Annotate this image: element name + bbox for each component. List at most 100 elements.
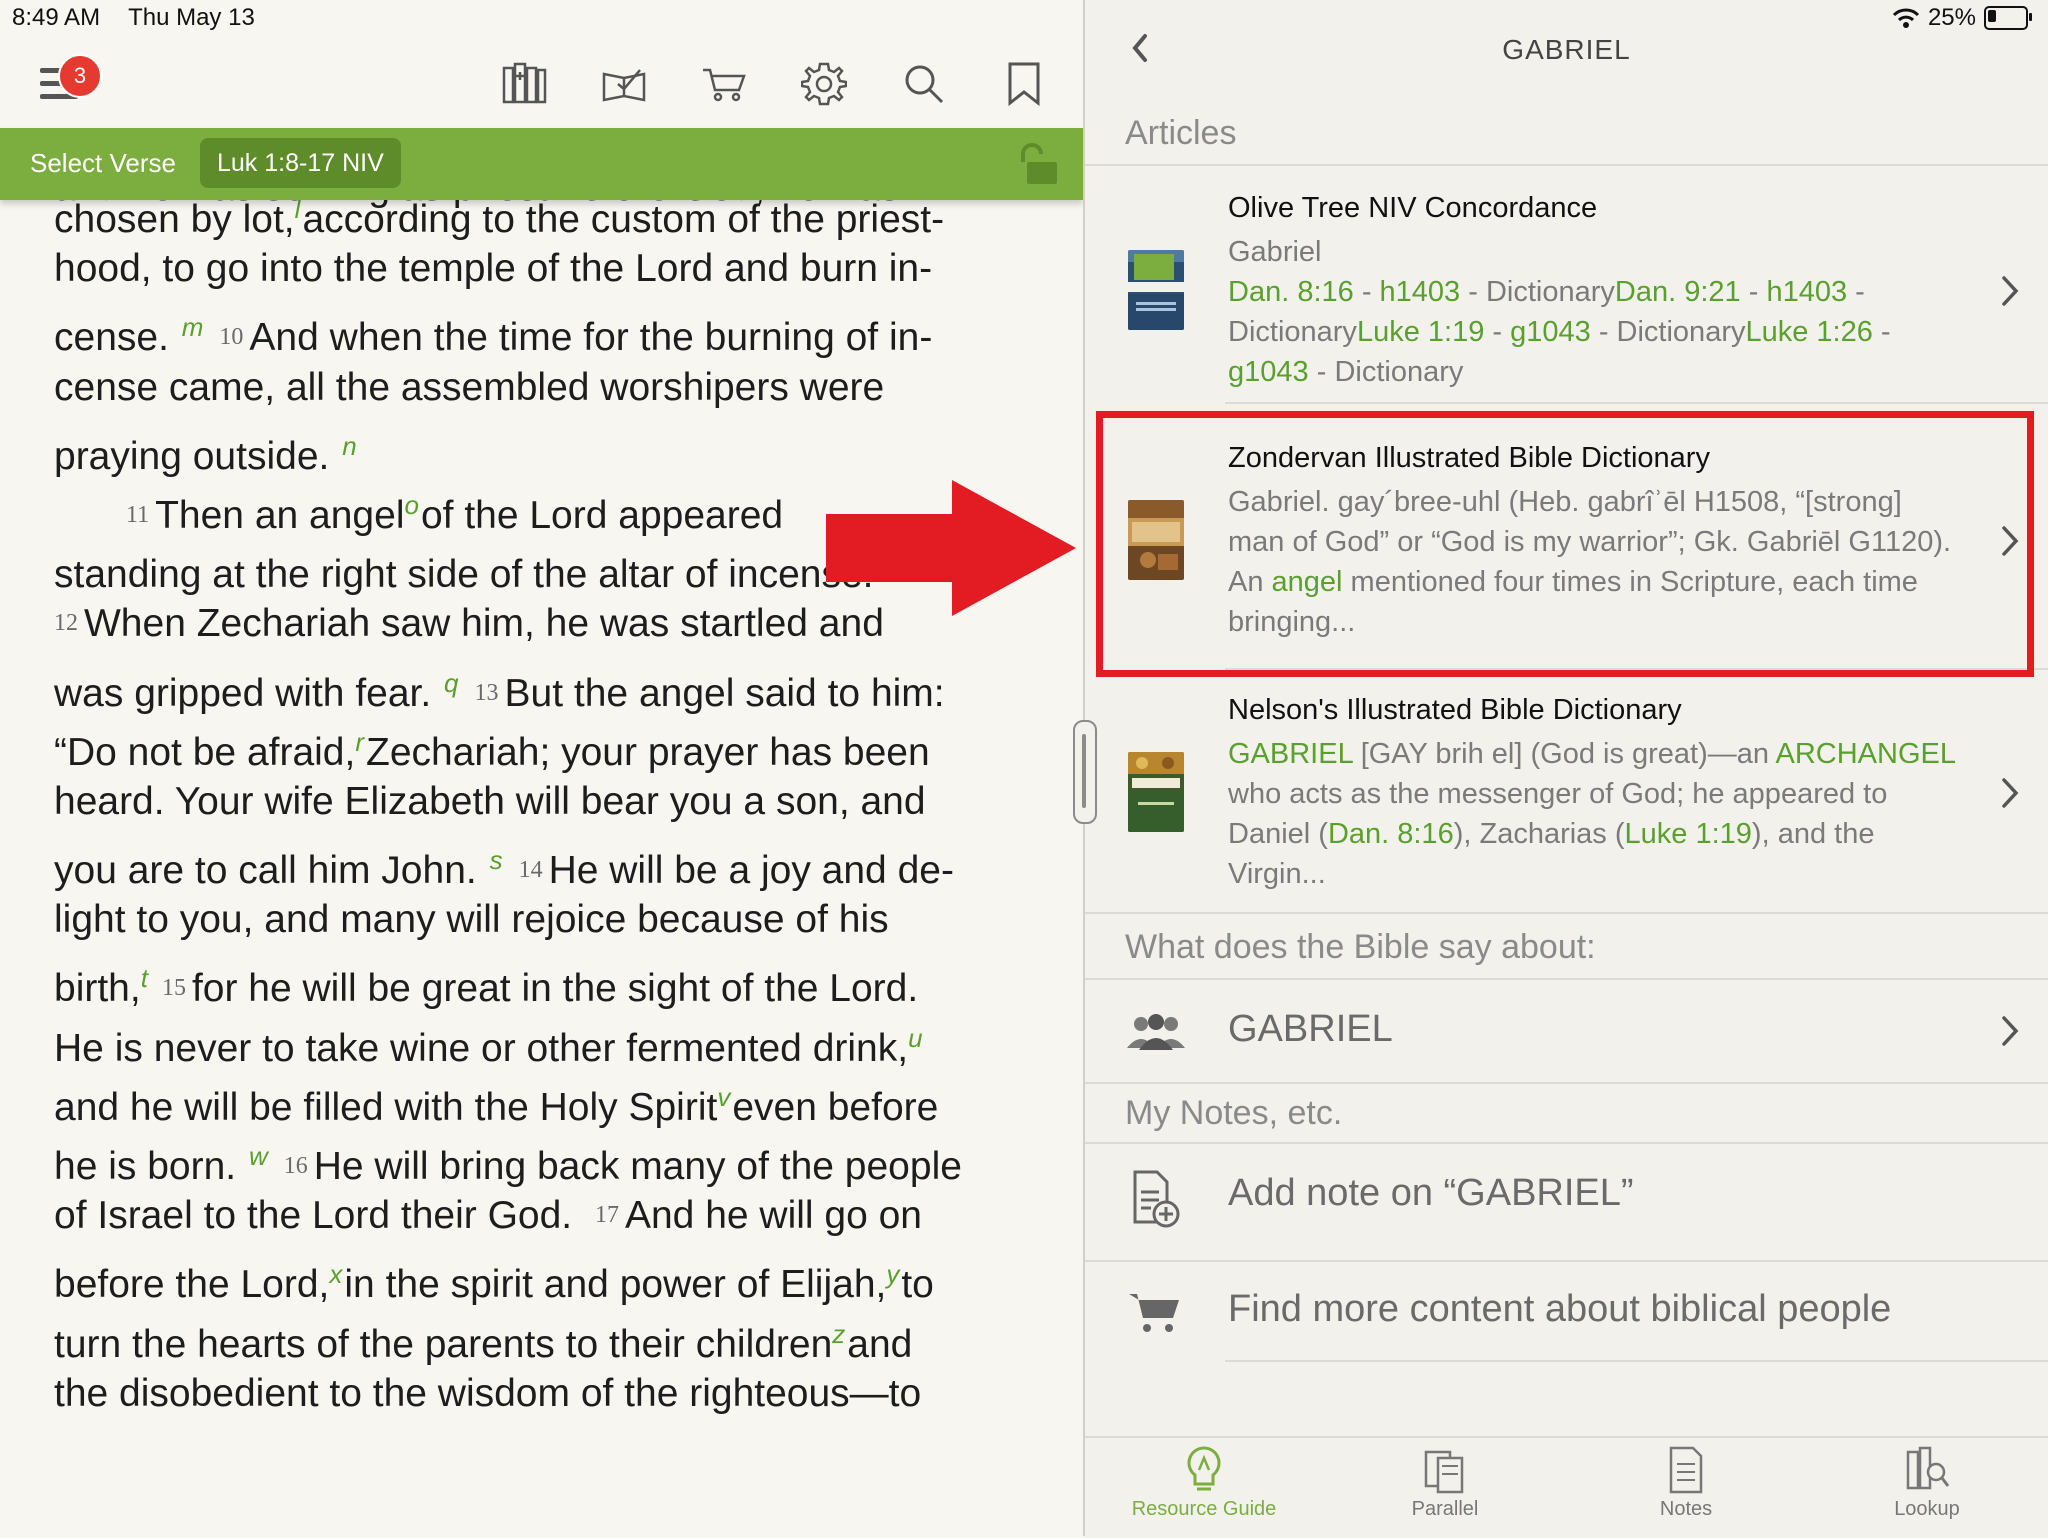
topic-row-gabriel[interactable]: GABRIEL [1085,980,2048,1082]
divider [1085,912,2048,914]
wifi-icon [1892,8,1920,28]
archangel-link[interactable]: ARCHANGEL [1775,738,1956,770]
book-cover-thumbnail [1128,250,1184,330]
footnote-marker[interactable]: u [908,1023,922,1053]
add-note-label: Add note on “GABRIEL” [1228,1172,1634,1214]
book-cover-thumbnail [1128,752,1184,832]
divider [1225,402,2048,404]
article-snippet: Gabriel Dan. 8:16 - h1403 - DictionaryDa… [1228,236,1891,388]
notification-badge: 3 [58,54,102,98]
footnote-marker[interactable]: w [249,1141,268,1171]
status-indicators: 25% [1892,4,2032,32]
cart-icon [1129,1294,1179,1332]
footnote-marker[interactable]: n [342,431,356,461]
add-note-icon [1133,1170,1180,1228]
bible-reader-pane: 8:49 AM Thu May 13 3 Select Verse Luk 1:8… [0,0,1083,1536]
verse-line: hood, to go into the temple of the Lord … [54,247,933,291]
select-verse-button[interactable]: Select Verse [30,148,176,179]
tab-label: Notes [1659,1498,1713,1520]
resource-guide-pane: 25% GABRIEL Articles Olive Tree NIV Conc… [1085,0,2048,1538]
verse-line: turn the hearts of the parents to their … [54,1318,913,1366]
tab-label: Parallel [1411,1498,1479,1520]
parallel-books-icon [1424,1450,1464,1494]
bottom-tab-bar: Resource Guide Parallel Notes Lookup [1085,1436,2048,1538]
verse-line: he is born. w 16 He will bring back many o… [54,1141,962,1188]
scripture-link[interactable]: Dan. 8:16 [1228,276,1354,308]
footnote-marker[interactable]: y [886,1259,899,1289]
article-nelsons-dictionary[interactable]: Nelson's Illustrated Bible Dictionary GA… [1085,668,2048,912]
tab-lookup[interactable]: Lookup [1827,1444,2027,1521]
verse-line: praying outside. n [54,430,357,478]
find-more-label: Find more content about biblical people [1228,1288,1892,1330]
chevron-right-icon [2002,1016,2019,1046]
unlock-icon[interactable] [1013,142,1061,186]
verse-number: 13 [474,679,499,706]
lightbulb-icon [1187,1446,1221,1491]
divider [1085,1082,2048,1084]
add-note-row[interactable]: Add note on “GABRIEL” [1085,1144,2048,1260]
footnote-marker[interactable]: r [355,727,364,757]
tab-notes[interactable]: Notes [1586,1444,1786,1521]
verse-line: “Do not be afraid,rZechariah; your praye… [54,726,930,774]
footnote-marker[interactable]: v [717,1082,730,1112]
scripture-link[interactable]: Dan. 9:21 [1615,276,1741,308]
library-icon[interactable] [494,54,554,114]
verse-line: cense. m 10 And when the time for the burn… [54,312,933,360]
gabriel-link[interactable]: GABRIEL [1228,738,1353,770]
verse-line: He is never to take wine or other fermen… [54,1022,923,1070]
footnote-marker[interactable]: m [182,312,204,342]
footnote-marker[interactable]: z [832,1319,845,1349]
split-view-handle[interactable] [1073,720,1097,824]
verse-line: birth,t 15 for he will be great in the sig… [54,963,919,1011]
scripture-link[interactable]: Luke 1:19 [1625,818,1752,850]
verse-line: heard. Your wife Elizabeth will bear you… [54,779,926,823]
bible-say-section-label: What does the Bible say about: [1125,928,1596,966]
reading-plan-icon[interactable] [594,54,654,114]
verse-number: 14 [518,857,543,884]
settings-gear-icon[interactable] [794,54,854,114]
chevron-right-icon [2002,778,2019,808]
article-olive-tree-concordance[interactable]: Olive Tree NIV Concordance Gabriel Dan. … [1085,166,2048,402]
find-more-content-row[interactable]: Find more content about biblical people [1085,1262,2048,1360]
strongs-link[interactable]: h1403 [1766,276,1847,308]
footnote-marker[interactable]: x [329,1259,342,1289]
people-icon [1127,1014,1185,1050]
verse-line: was gripped with fear. q 13 But the angel … [54,667,945,715]
footnote-marker[interactable]: s [490,845,503,875]
lookup-icon [1906,1446,1950,1490]
passage-reference-button[interactable]: Luk 1:8-17 NIV [200,138,401,188]
tab-resource-guide[interactable]: Resource Guide [1104,1444,1304,1521]
verse-number: 16 [283,1153,308,1179]
verse-line: cense came, all the assembled worshipers… [54,365,885,409]
reader-toolbar: 3 [0,44,1083,128]
search-icon[interactable] [894,54,954,114]
battery-percentage: 25% [1927,4,1976,31]
strongs-link[interactable]: g1043 [1510,316,1591,348]
article-title: Nelson's Illustrated Bible Dictionary [1228,694,1682,726]
tab-label: Lookup [1894,1498,1960,1520]
verse-number: 10 [219,324,244,351]
red-arrow-annotation [826,480,1076,616]
verse-line: before the Lord,xin the spirit and power… [54,1259,934,1307]
verse-line: you are to call him John. s 14 He will be … [54,845,954,893]
scripture-link[interactable]: Luke 1:26 [1745,316,1872,348]
verse-line: and he will be filled with the Holy Spir… [54,1081,939,1129]
article-snippet: GABRIEL [GAY brih el] (God is great)—an … [1228,738,1956,890]
tab-parallel[interactable]: Parallel [1345,1444,1545,1521]
footnote-marker[interactable]: q [444,668,458,698]
notes-section-label: My Notes, etc. [1125,1094,1343,1132]
bookmark-icon[interactable] [994,54,1054,114]
verse-line: of Israel to the Lord their God. 17 And h… [54,1194,923,1238]
scripture-link[interactable]: Luke 1:19 [1357,316,1484,348]
strongs-link[interactable]: g1043 [1228,356,1309,388]
footnote-marker[interactable]: t [141,963,148,993]
strongs-link[interactable]: h1403 [1380,276,1461,308]
footnote-marker[interactable]: o [404,490,418,520]
verse-number: 11 [126,501,150,528]
store-cart-icon[interactable] [694,54,754,114]
article-title: Olive Tree NIV Concordance [1228,192,1598,224]
articles-section-label: Articles [1125,114,1237,152]
battery-icon [1984,6,2032,30]
verse-number: 12 [54,610,78,637]
scripture-link[interactable]: Dan. 8:16 [1328,818,1454,850]
